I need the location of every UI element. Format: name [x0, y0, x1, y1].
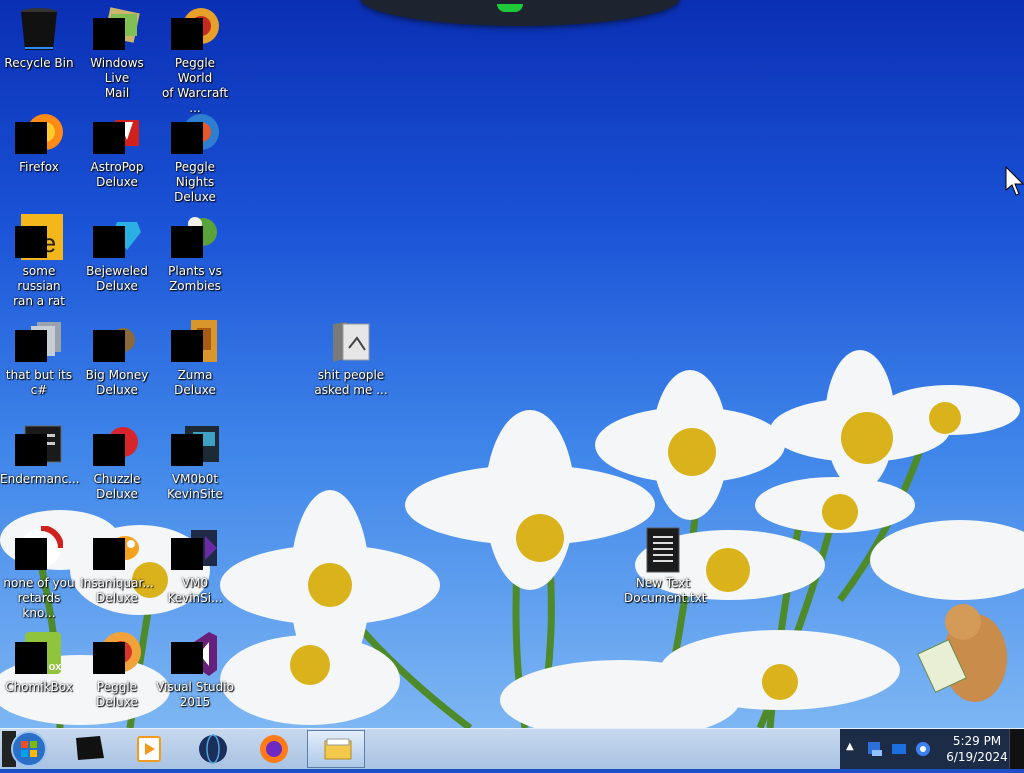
icon-label: none of you retards kno...: [3, 576, 75, 620]
icon-label: AstroPop Deluxe: [90, 160, 144, 189]
icon-label: some russian ran a rat: [13, 264, 65, 308]
desktop-icon-bejeweled-deluxe[interactable]: Bejeweled Deluxe: [78, 208, 156, 294]
desktop-icon-vm0b0t-kevinsite[interactable]: VM0b0t KevinSite: [156, 416, 234, 502]
redaction-mask: [93, 18, 125, 50]
redaction-mask: [15, 538, 47, 570]
redaction-mask: [171, 18, 203, 50]
taskbar: ▲ 5:29 PM 6/19/2024: [0, 728, 1024, 769]
desktop-icon-chomikbox[interactable]: ox ChomikBox: [0, 624, 78, 695]
redaction-mask: [15, 226, 47, 258]
text-document-icon: [646, 527, 680, 573]
redaction-mask: [15, 122, 47, 154]
recycle-bin-icon: [21, 8, 57, 50]
redaction-mask: [15, 330, 47, 362]
media-player-icon: [137, 736, 161, 762]
icon-label: Zuma Deluxe: [174, 368, 216, 397]
icon-label: Firefox: [19, 160, 59, 174]
desktop-icon-recycle-bin[interactable]: Recycle Bin: [0, 0, 78, 71]
desktop-icon-peggle-deluxe[interactable]: Peggle Deluxe: [78, 624, 156, 710]
clock-date: 6/19/2024: [946, 750, 1008, 764]
redaction-mask: [171, 330, 203, 362]
icon-label: Bejeweled Deluxe: [86, 264, 148, 293]
desktop-icon-new-text-document[interactable]: New Text Document.txt: [624, 520, 707, 606]
display-icon[interactable]: [890, 740, 908, 758]
desktop-icon-plants-vs-zombies[interactable]: Plants vs Zombies: [156, 208, 234, 294]
icon-label: VM0 KevinSi...: [167, 576, 223, 605]
taskbar-explorer-button[interactable]: [307, 730, 365, 768]
desktop-icon-endermanch[interactable]: Endermanc...: [0, 416, 80, 487]
hamster-sticker-icon: [917, 604, 1007, 702]
terminal-icon: [76, 736, 104, 760]
icon-label: shit people asked me ...: [314, 368, 388, 397]
desktop-icon-astropop-deluxe[interactable]: AstroPop Deluxe: [78, 104, 156, 190]
desktop-icon-windows-live-mail[interactable]: Windows Live Mail: [78, 0, 156, 101]
desktop-icon-visual-studio-2015[interactable]: Visual Studio 2015: [156, 624, 234, 710]
taskbar-firefox-button[interactable]: [245, 730, 303, 768]
folder-icon: [333, 322, 370, 362]
desktop-icon-zuma-deluxe[interactable]: Zuma Deluxe: [156, 312, 234, 398]
redaction-mask: [15, 642, 47, 674]
network-icon[interactable]: [866, 740, 884, 758]
redaction-mask: [93, 330, 125, 362]
globe-icon: [199, 734, 227, 764]
show-desktop-button[interactable]: [1009, 729, 1024, 769]
icon-label: Plants vs Zombies: [168, 264, 222, 293]
mouse-cursor-icon: [1005, 166, 1024, 196]
desktop-icon-shit-people-folder[interactable]: shit people asked me ...: [312, 312, 390, 398]
redaction-mask: [171, 122, 203, 154]
firefox-icon: [260, 735, 288, 763]
icon-label: ChomikBox: [5, 680, 73, 694]
taskbar-globe-button[interactable]: [184, 730, 242, 768]
desktop[interactable]: Recycle Bin Windows Live Mail Peggle Wor…: [0, 0, 1024, 728]
icon-label: Visual Studio 2015: [156, 680, 234, 709]
redaction-mask: [171, 434, 203, 466]
redaction-mask: [93, 538, 125, 570]
icon-label: VM0b0t KevinSite: [167, 472, 223, 501]
redaction-mask: [93, 122, 125, 154]
taskbar-terminal-button[interactable]: [60, 730, 118, 768]
desktop-icon-none-of-you[interactable]: none of you retards kno...: [0, 520, 78, 621]
desktop-icon-big-money-deluxe[interactable]: Big Money Deluxe: [78, 312, 156, 398]
redaction-mask: [171, 226, 203, 258]
desktop-icon-russian-rat[interactable]: e some russian ran a rat: [0, 208, 78, 309]
redaction-mask: [171, 538, 203, 570]
windows-logo-icon: [2, 731, 47, 767]
icon-label: that but its c#: [5, 368, 73, 397]
icon-label: Peggle Deluxe: [96, 680, 138, 709]
icon-label: New Text Document.txt: [624, 576, 707, 605]
svg-text:ox: ox: [49, 661, 63, 673]
redaction-mask: [93, 642, 125, 674]
desktop-icon-vm0-kevinsi[interactable]: VM0 KevinSi...: [156, 520, 234, 606]
volume-icon[interactable]: [914, 740, 932, 758]
icon-label: Endermanc...: [0, 472, 80, 486]
icon-label: Big Money Deluxe: [85, 368, 149, 397]
system-tray: ▲ 5:29 PM 6/19/2024: [840, 729, 1024, 769]
taskbar-media-player-button[interactable]: [120, 730, 178, 768]
start-button[interactable]: [2, 731, 54, 767]
icon-label: Recycle Bin: [4, 56, 74, 70]
icon-label: Insaniquar... Deluxe: [80, 576, 154, 605]
icon-label: Peggle Nights Deluxe: [174, 160, 216, 204]
show-hidden-icons-chevron[interactable]: ▲: [846, 741, 854, 752]
redaction-mask: [93, 434, 125, 466]
desktop-icon-firefox[interactable]: Firefox: [0, 104, 78, 175]
desktop-icon-that-but-its-csharp[interactable]: that but its c#: [0, 312, 78, 398]
clock[interactable]: 5:29 PM 6/19/2024: [940, 733, 1014, 765]
redaction-mask: [93, 226, 125, 258]
file-explorer-icon: [324, 738, 352, 760]
icon-label: Chuzzle Deluxe: [93, 472, 141, 501]
desktop-icon-peggle-nights-deluxe[interactable]: Peggle Nights Deluxe: [156, 104, 234, 205]
desktop-icon-peggle-world-of-warcraft[interactable]: Peggle World of Warcraft ...: [156, 0, 234, 116]
redaction-mask: [15, 434, 47, 466]
redaction-mask: [171, 642, 203, 674]
clock-time: 5:29 PM: [952, 734, 1002, 748]
desktop-icon-insaniquarium-deluxe[interactable]: Insaniquar... Deluxe: [78, 520, 156, 606]
icon-label: Windows Live Mail: [90, 56, 144, 100]
desktop-icon-chuzzle-deluxe[interactable]: Chuzzle Deluxe: [78, 416, 156, 502]
